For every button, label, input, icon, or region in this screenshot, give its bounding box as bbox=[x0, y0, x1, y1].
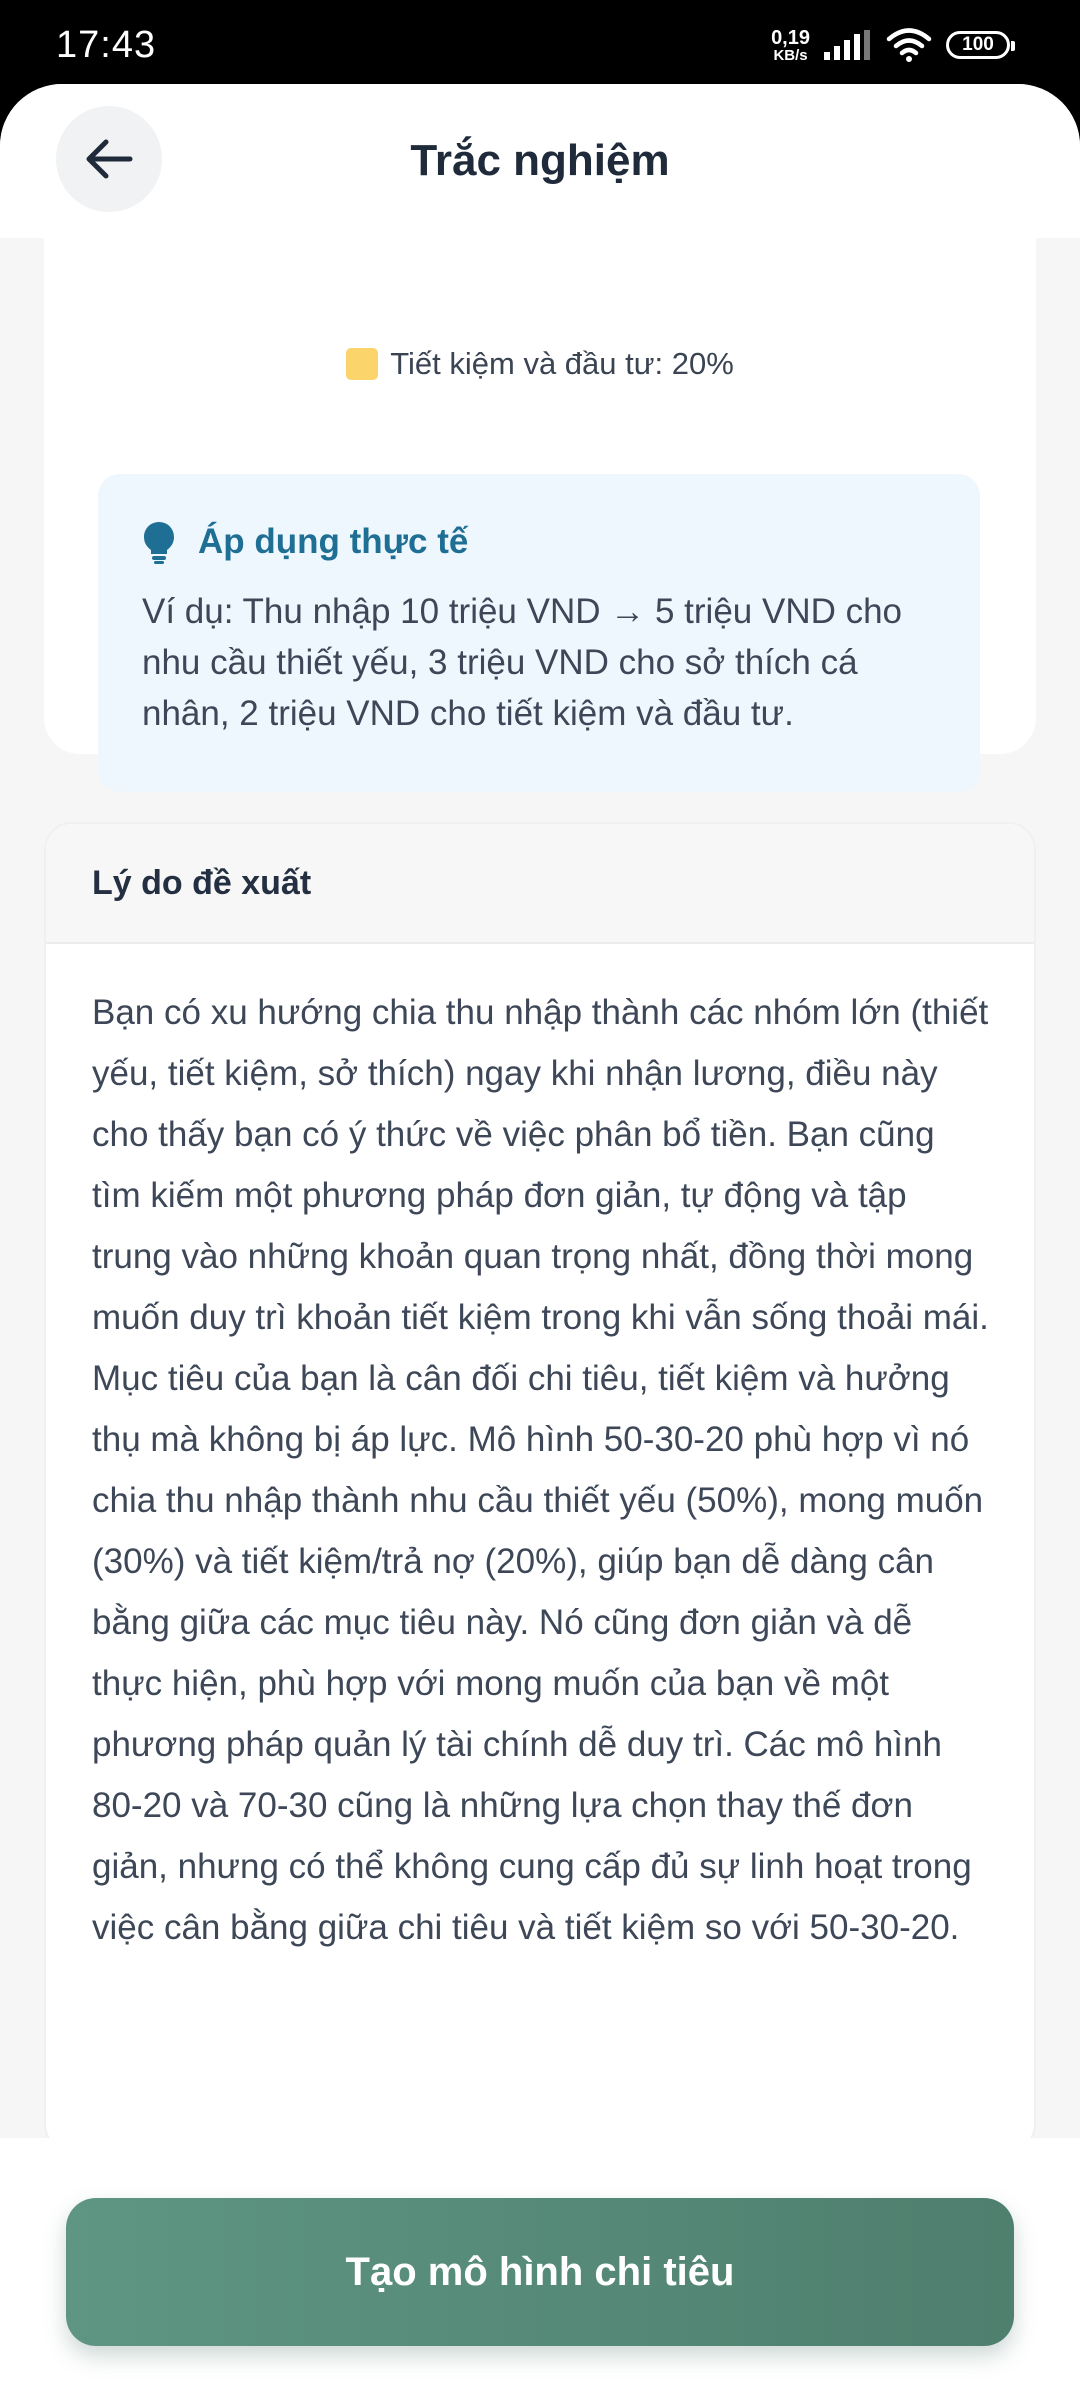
status-icons: 0,19 KB/s 100 bbox=[771, 28, 1015, 63]
reason-title: Lý do đề xuất bbox=[46, 824, 1034, 944]
lightbulb-icon bbox=[144, 522, 174, 564]
app-sheet: Trắc nghiệm Tiết kiệm và đầu tư: 20% Áp … bbox=[0, 84, 1080, 2400]
status-time: 17:43 bbox=[56, 23, 157, 66]
legend-item-savings: Tiết kiệm và đầu tư: 20% bbox=[44, 346, 1036, 382]
reason-text: Bạn có xu hướng chia thu nhập thành các … bbox=[92, 993, 989, 1947]
phone-screen: 17:43 0,19 KB/s 100 Trắc nghiệm Tiết kiệ… bbox=[0, 0, 1080, 2400]
legend-label: Tiết kiệm và đầu tư: 20% bbox=[390, 346, 734, 381]
summary-card: Tiết kiệm và đầu tư: 20% Áp dụng thực tế… bbox=[44, 224, 1036, 792]
legend-swatch bbox=[346, 348, 379, 380]
network-speed-unit: KB/s bbox=[773, 46, 808, 64]
tip-header: Áp dụng thực tế bbox=[142, 520, 936, 564]
tip-text: Ví dụ: Thu nhập 10 triệu VND → 5 triệu V… bbox=[142, 592, 903, 733]
reason-card: Lý do đề xuất Bạn có xu hướng chia thu n… bbox=[44, 822, 1036, 2152]
bottom-action-bar: Tạo mô hình chi tiêu bbox=[0, 2138, 1080, 2400]
create-spending-model-button[interactable]: Tạo mô hình chi tiêu bbox=[66, 2198, 1014, 2346]
top-bar: Trắc nghiệm bbox=[0, 84, 1080, 238]
wifi-icon bbox=[886, 28, 932, 62]
practical-tip-box: Áp dụng thực tế Ví dụ: Thu nhập 10 triệu… bbox=[98, 474, 980, 792]
battery-icon: 100 bbox=[946, 31, 1015, 59]
network-speed-value: 0,19 bbox=[771, 26, 810, 49]
network-speed: 0,19 KB/s bbox=[771, 28, 810, 63]
tip-title: Áp dụng thực tế bbox=[198, 522, 469, 561]
battery-level: 100 bbox=[962, 34, 994, 55]
signal-icon bbox=[824, 30, 870, 60]
status-bar: 17:43 0,19 KB/s 100 bbox=[0, 0, 1080, 90]
page-title: Trắc nghiệm bbox=[410, 136, 670, 185]
arrow-left-icon bbox=[86, 139, 133, 179]
back-button[interactable] bbox=[56, 106, 162, 212]
